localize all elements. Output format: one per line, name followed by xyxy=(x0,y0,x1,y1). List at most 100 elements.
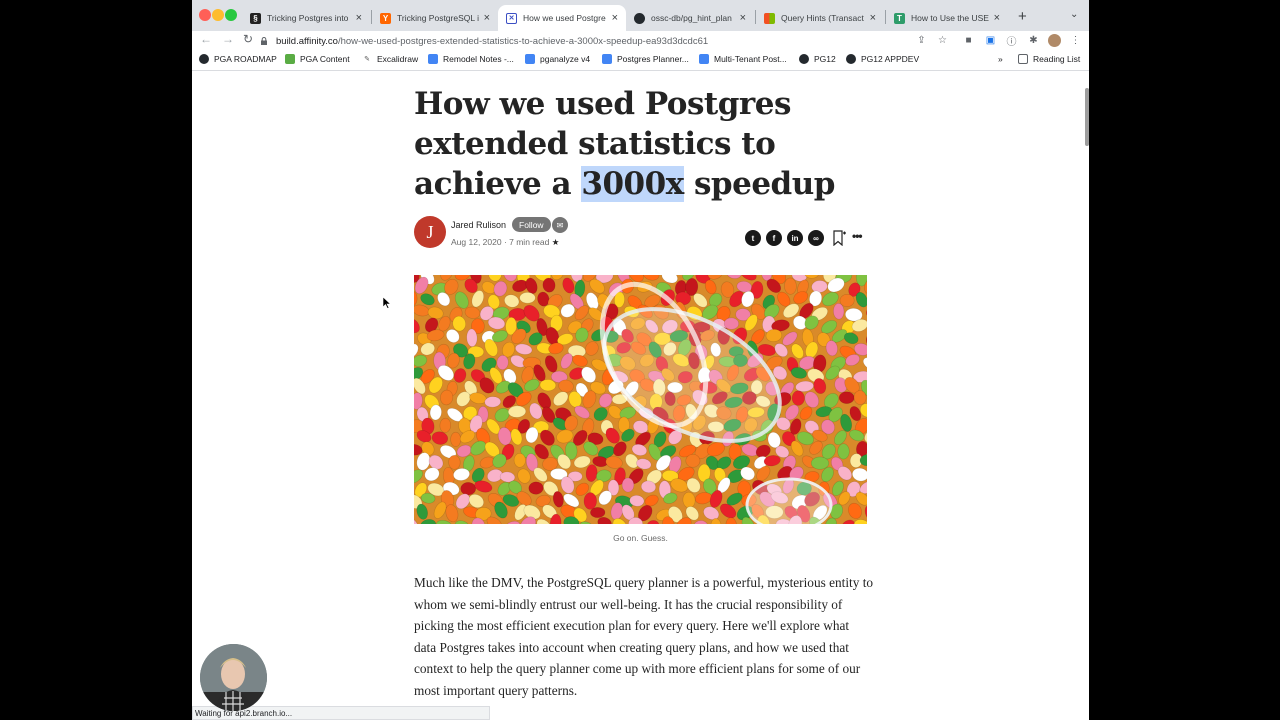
bookmark-label: PG12 xyxy=(814,54,836,64)
more-options-icon[interactable]: ••• xyxy=(852,229,863,243)
bookmark-remodel-notes[interactable]: Remodel Notes -... xyxy=(428,54,514,64)
reading-list-label: Reading List xyxy=(1033,54,1081,64)
author-avatar[interactable]: J xyxy=(414,216,446,248)
subscribe-mail-icon[interactable]: ✉ xyxy=(552,217,568,233)
share-icon[interactable]: ⇪ xyxy=(915,34,928,47)
close-tab-icon[interactable]: × xyxy=(994,12,1000,24)
jelly-bean xyxy=(450,431,462,447)
copy-link-icon[interactable]: ∞ xyxy=(808,230,824,246)
bookmarks-overflow-chevron[interactable]: » xyxy=(998,54,1003,64)
extensions-puzzle-icon[interactable]: ✱ xyxy=(1027,34,1040,47)
microsoft-icon xyxy=(764,12,775,24)
tab-label: ossc-db/pg_hint_plan xyxy=(651,13,732,23)
tab-search-chevron-icon[interactable]: ⌄ xyxy=(1070,9,1078,20)
linkedin-share-icon[interactable]: in xyxy=(787,230,803,246)
presenter-video xyxy=(200,644,267,711)
follow-button[interactable]: Follow xyxy=(512,217,551,232)
bookmark-postgres-planner[interactable]: Postgres Planner... xyxy=(602,54,689,64)
tab-label: How we used Postgre xyxy=(523,13,606,23)
jelly-bean xyxy=(460,482,476,496)
info-extension-icon[interactable]: ⓘ xyxy=(1005,34,1018,48)
bookmark-pganalyze-v4[interactable]: pganalyze v4 xyxy=(525,54,590,64)
jelly-bean xyxy=(791,390,805,406)
doc-icon xyxy=(699,54,709,64)
tab-pg-hint-plan[interactable]: ossc-db/pg_hint_plan × xyxy=(626,5,754,31)
jelly-bean xyxy=(519,292,536,304)
mouse-cursor-icon xyxy=(383,297,391,309)
article-body-paragraph: Much like the DMV, the PostgreSQL query … xyxy=(414,575,874,698)
close-tab-icon[interactable]: × xyxy=(356,12,362,24)
read-time: 7 min read xyxy=(509,237,550,247)
tab-query-hints[interactable]: Query Hints (Transact × xyxy=(756,5,884,31)
bookmark-label: Excalidraw xyxy=(377,54,419,64)
bookmarks-bar: PGA ROADMAP PGA Content ✎ Excalidraw Remo… xyxy=(192,51,1089,71)
zoom-extension-icon[interactable]: ▣ xyxy=(984,34,997,47)
webcam-overlay xyxy=(200,644,267,711)
jelly-bean xyxy=(513,453,526,468)
doc-icon xyxy=(525,54,535,64)
bookmark-label: Remodel Notes -... xyxy=(443,54,514,64)
member-star-icon: ★ xyxy=(551,237,560,247)
bookmark-label: Multi-Tenant Post... xyxy=(714,54,787,64)
github-icon xyxy=(799,54,809,64)
tab-how-we-used-postgres[interactable]: ✕ How we used Postgre × xyxy=(498,5,626,31)
follow-label: Follow xyxy=(519,219,544,230)
jelly-bean xyxy=(810,456,830,470)
back-arrow-icon[interactable]: ← xyxy=(200,32,212,46)
reading-list-button[interactable]: Reading List xyxy=(1018,54,1080,64)
tab-label: Tricking Postgres into xyxy=(267,13,349,23)
jelly-bean xyxy=(838,391,855,404)
tab-label: Query Hints (Transact xyxy=(781,13,864,23)
address-bar[interactable]: build.affinity.co/how-we-used-postgres-e… xyxy=(260,32,960,50)
github-icon xyxy=(846,54,856,64)
jelly-bean xyxy=(833,303,845,320)
jelly-beans-image xyxy=(414,275,867,524)
bookmark-label: pganalyze v4 xyxy=(540,54,591,64)
tech-icon: T xyxy=(894,12,905,24)
reload-icon[interactable]: ↻ xyxy=(243,32,253,46)
minimize-window-button[interactable] xyxy=(212,9,224,21)
tab-strip: § Tricking Postgres into × Y Tricking Po… xyxy=(192,0,1089,31)
bookmark-pga-roadmap[interactable]: PGA ROADMAP xyxy=(199,54,277,64)
jelly-bean xyxy=(590,507,606,518)
new-tab-plus-icon[interactable]: + xyxy=(1018,8,1027,25)
close-window-button[interactable] xyxy=(199,9,211,21)
close-tab-icon[interactable]: × xyxy=(740,12,746,24)
doc-icon xyxy=(602,54,612,64)
page-scrollbar[interactable] xyxy=(1085,88,1089,146)
jelly-bean xyxy=(685,453,701,468)
article-title: How we used Postgres extended statistics… xyxy=(414,84,864,204)
close-tab-icon[interactable]: × xyxy=(870,12,876,24)
tab-use-index[interactable]: T How to Use the USE I × xyxy=(886,5,1008,31)
hackernews-icon: Y xyxy=(380,12,391,24)
star-icon[interactable]: ☆ xyxy=(936,34,949,47)
menu-kebab-icon[interactable]: ⋮ xyxy=(1069,34,1082,47)
close-tab-icon[interactable]: × xyxy=(612,12,618,24)
profile-avatar[interactable] xyxy=(1048,34,1061,47)
title-text-end: speedup xyxy=(683,166,835,202)
forward-arrow-icon[interactable]: → xyxy=(222,32,234,46)
bookmark-pga-content[interactable]: PGA Content xyxy=(285,54,350,64)
jelly-bean xyxy=(784,277,797,295)
camera-extension-icon[interactable]: ■ xyxy=(962,34,975,47)
bookmark-add-icon[interactable] xyxy=(832,230,846,246)
author-name[interactable]: Jared Rulison xyxy=(451,220,506,230)
doc-icon xyxy=(428,54,438,64)
tab-tricking-postgres[interactable]: § Tricking Postgres into × xyxy=(242,5,370,31)
bookmark-pg12[interactable]: PG12 xyxy=(799,54,836,64)
bookmark-excalidraw[interactable]: ✎ Excalidraw xyxy=(362,54,418,64)
twitter-share-icon[interactable]: t xyxy=(745,230,761,246)
bookmark-label: PG12 APPDEV xyxy=(861,54,920,64)
author-initial: J xyxy=(426,221,434,242)
close-tab-icon[interactable]: × xyxy=(484,12,490,24)
tab-tricking-postgresql[interactable]: Y Tricking PostgreSQL in × xyxy=(372,5,498,31)
image-caption: Go on. Guess. xyxy=(613,533,668,543)
bookmark-multi-tenant[interactable]: Multi-Tenant Post... xyxy=(699,54,787,64)
status-text: Waiting for api2.branch.io... xyxy=(195,709,293,718)
github-icon xyxy=(634,12,645,24)
facebook-share-icon[interactable]: f xyxy=(766,230,782,246)
maximize-window-button[interactable] xyxy=(225,9,237,21)
bookmark-pg12-appdev[interactable]: PG12 APPDEV xyxy=(846,54,919,64)
hero-image xyxy=(414,275,867,524)
github-icon xyxy=(199,54,209,64)
